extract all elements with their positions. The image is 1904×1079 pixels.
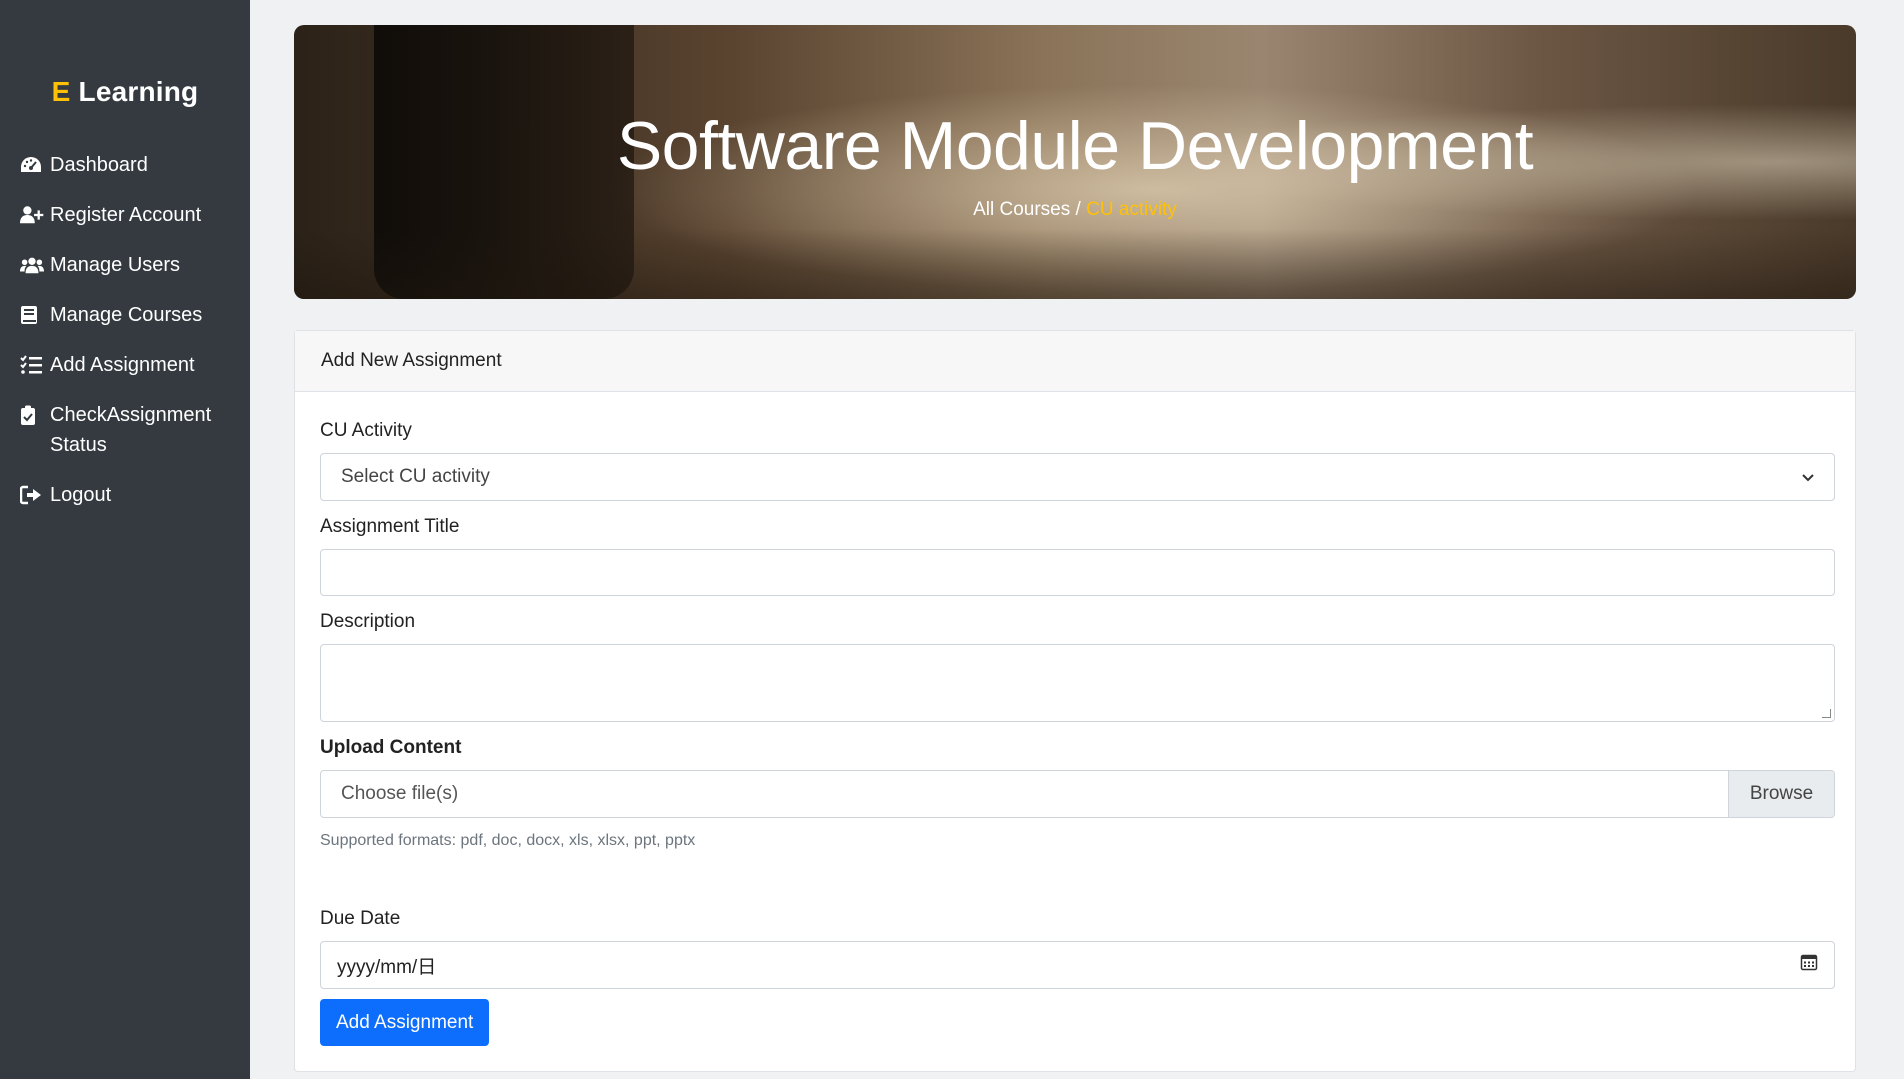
- chevron-down-icon: [1802, 466, 1814, 488]
- assignment-title-label: Assignment Title: [320, 516, 460, 537]
- resize-grip-icon[interactable]: [1822, 709, 1831, 718]
- sidebar-item-label: Manage Users: [50, 254, 181, 276]
- add-assignment-card: Add New Assignment CU Activity Select CU…: [294, 330, 1856, 1072]
- brand-logo[interactable]: E Learning: [0, 76, 250, 108]
- course-banner: Software Module Development All Courses …: [294, 25, 1856, 299]
- breadcrumb-current: CU activity: [1086, 199, 1177, 220]
- sidebar-item-logout[interactable]: Logout: [20, 480, 245, 510]
- sidebar-item-dashboard[interactable]: Dashboard: [20, 150, 245, 180]
- brand-prefix: E: [51, 76, 71, 107]
- description-label: Description: [320, 611, 416, 632]
- due-date-input[interactable]: yyyy/mm/日: [320, 941, 1835, 989]
- sidebar-item-add-assignment[interactable]: Add Assignment: [20, 350, 245, 380]
- calendar-icon[interactable]: [1800, 953, 1818, 977]
- file-upload-placeholder: Choose file(s): [341, 783, 459, 804]
- sidebar-item-manage-users[interactable]: Manage Users: [20, 250, 245, 280]
- sidebar-item-check-assignment-status[interactable]: CheckAssignment Status: [20, 400, 245, 460]
- sidebar-item-label: Register Account: [50, 204, 202, 226]
- supported-formats-help: Supported formats: pdf, doc, docx, xls, …: [320, 832, 696, 849]
- sidebar-nav: Dashboard Register Account Manage Users …: [20, 150, 245, 530]
- dashboard-gauge-icon: [20, 150, 44, 180]
- sidebar-item-label: Manage Courses: [50, 304, 203, 326]
- cu-activity-selected-value: Select CU activity: [341, 466, 490, 487]
- users-icon: [20, 250, 44, 280]
- upload-content-label: Upload Content: [320, 737, 462, 758]
- sidebar: E Learning Dashboard Register Account Ma…: [0, 0, 250, 1079]
- main-content: Software Module Development All Courses …: [294, 25, 1856, 1072]
- breadcrumb-all-courses-link[interactable]: All Courses: [973, 199, 1070, 220]
- breadcrumb: All Courses / CU activity: [294, 199, 1856, 221]
- brand-name: Learning: [78, 76, 199, 107]
- clipboard-check-icon: [20, 400, 44, 430]
- breadcrumb-separator: /: [1070, 199, 1087, 220]
- cu-activity-select[interactable]: Select CU activity: [320, 453, 1835, 501]
- sidebar-item-register-account[interactable]: Register Account: [20, 200, 245, 230]
- card-header: Add New Assignment: [295, 331, 1855, 392]
- sidebar-item-label: CheckAssignment Status: [50, 404, 212, 456]
- sidebar-item-label: Logout: [50, 484, 112, 506]
- cu-activity-label: CU Activity: [320, 420, 412, 441]
- page-title: Software Module Development: [616, 108, 1534, 184]
- add-assignment-form: CU Activity Select CU activity Assignmen…: [295, 392, 1855, 1071]
- sidebar-item-label: Add Assignment: [50, 354, 195, 376]
- assignment-title-field: Assignment Title: [320, 516, 1835, 596]
- assignment-title-input[interactable]: [320, 549, 1835, 596]
- browse-button[interactable]: Browse: [1728, 771, 1834, 817]
- description-textarea[interactable]: [320, 644, 1835, 722]
- upload-content-field: Upload Content Choose file(s) Browse Sup…: [320, 737, 1835, 850]
- sidebar-item-manage-courses[interactable]: Manage Courses: [20, 300, 245, 330]
- add-assignment-button[interactable]: Add Assignment: [320, 999, 490, 1046]
- due-date-placeholder: yyyy/mm/日: [337, 956, 437, 978]
- file-upload-input[interactable]: Choose file(s) Browse: [320, 770, 1835, 818]
- book-icon: [20, 300, 44, 330]
- sign-out-icon: [20, 480, 44, 510]
- description-field: Description: [320, 611, 1835, 722]
- due-date-field: Due Date yyyy/mm/日: [320, 908, 1835, 989]
- due-date-label: Due Date: [320, 908, 401, 929]
- user-plus-icon: [20, 200, 44, 230]
- sidebar-item-label: Dashboard: [50, 154, 148, 176]
- list-check-icon: [20, 350, 44, 380]
- cu-activity-field: CU Activity Select CU activity: [320, 420, 1835, 501]
